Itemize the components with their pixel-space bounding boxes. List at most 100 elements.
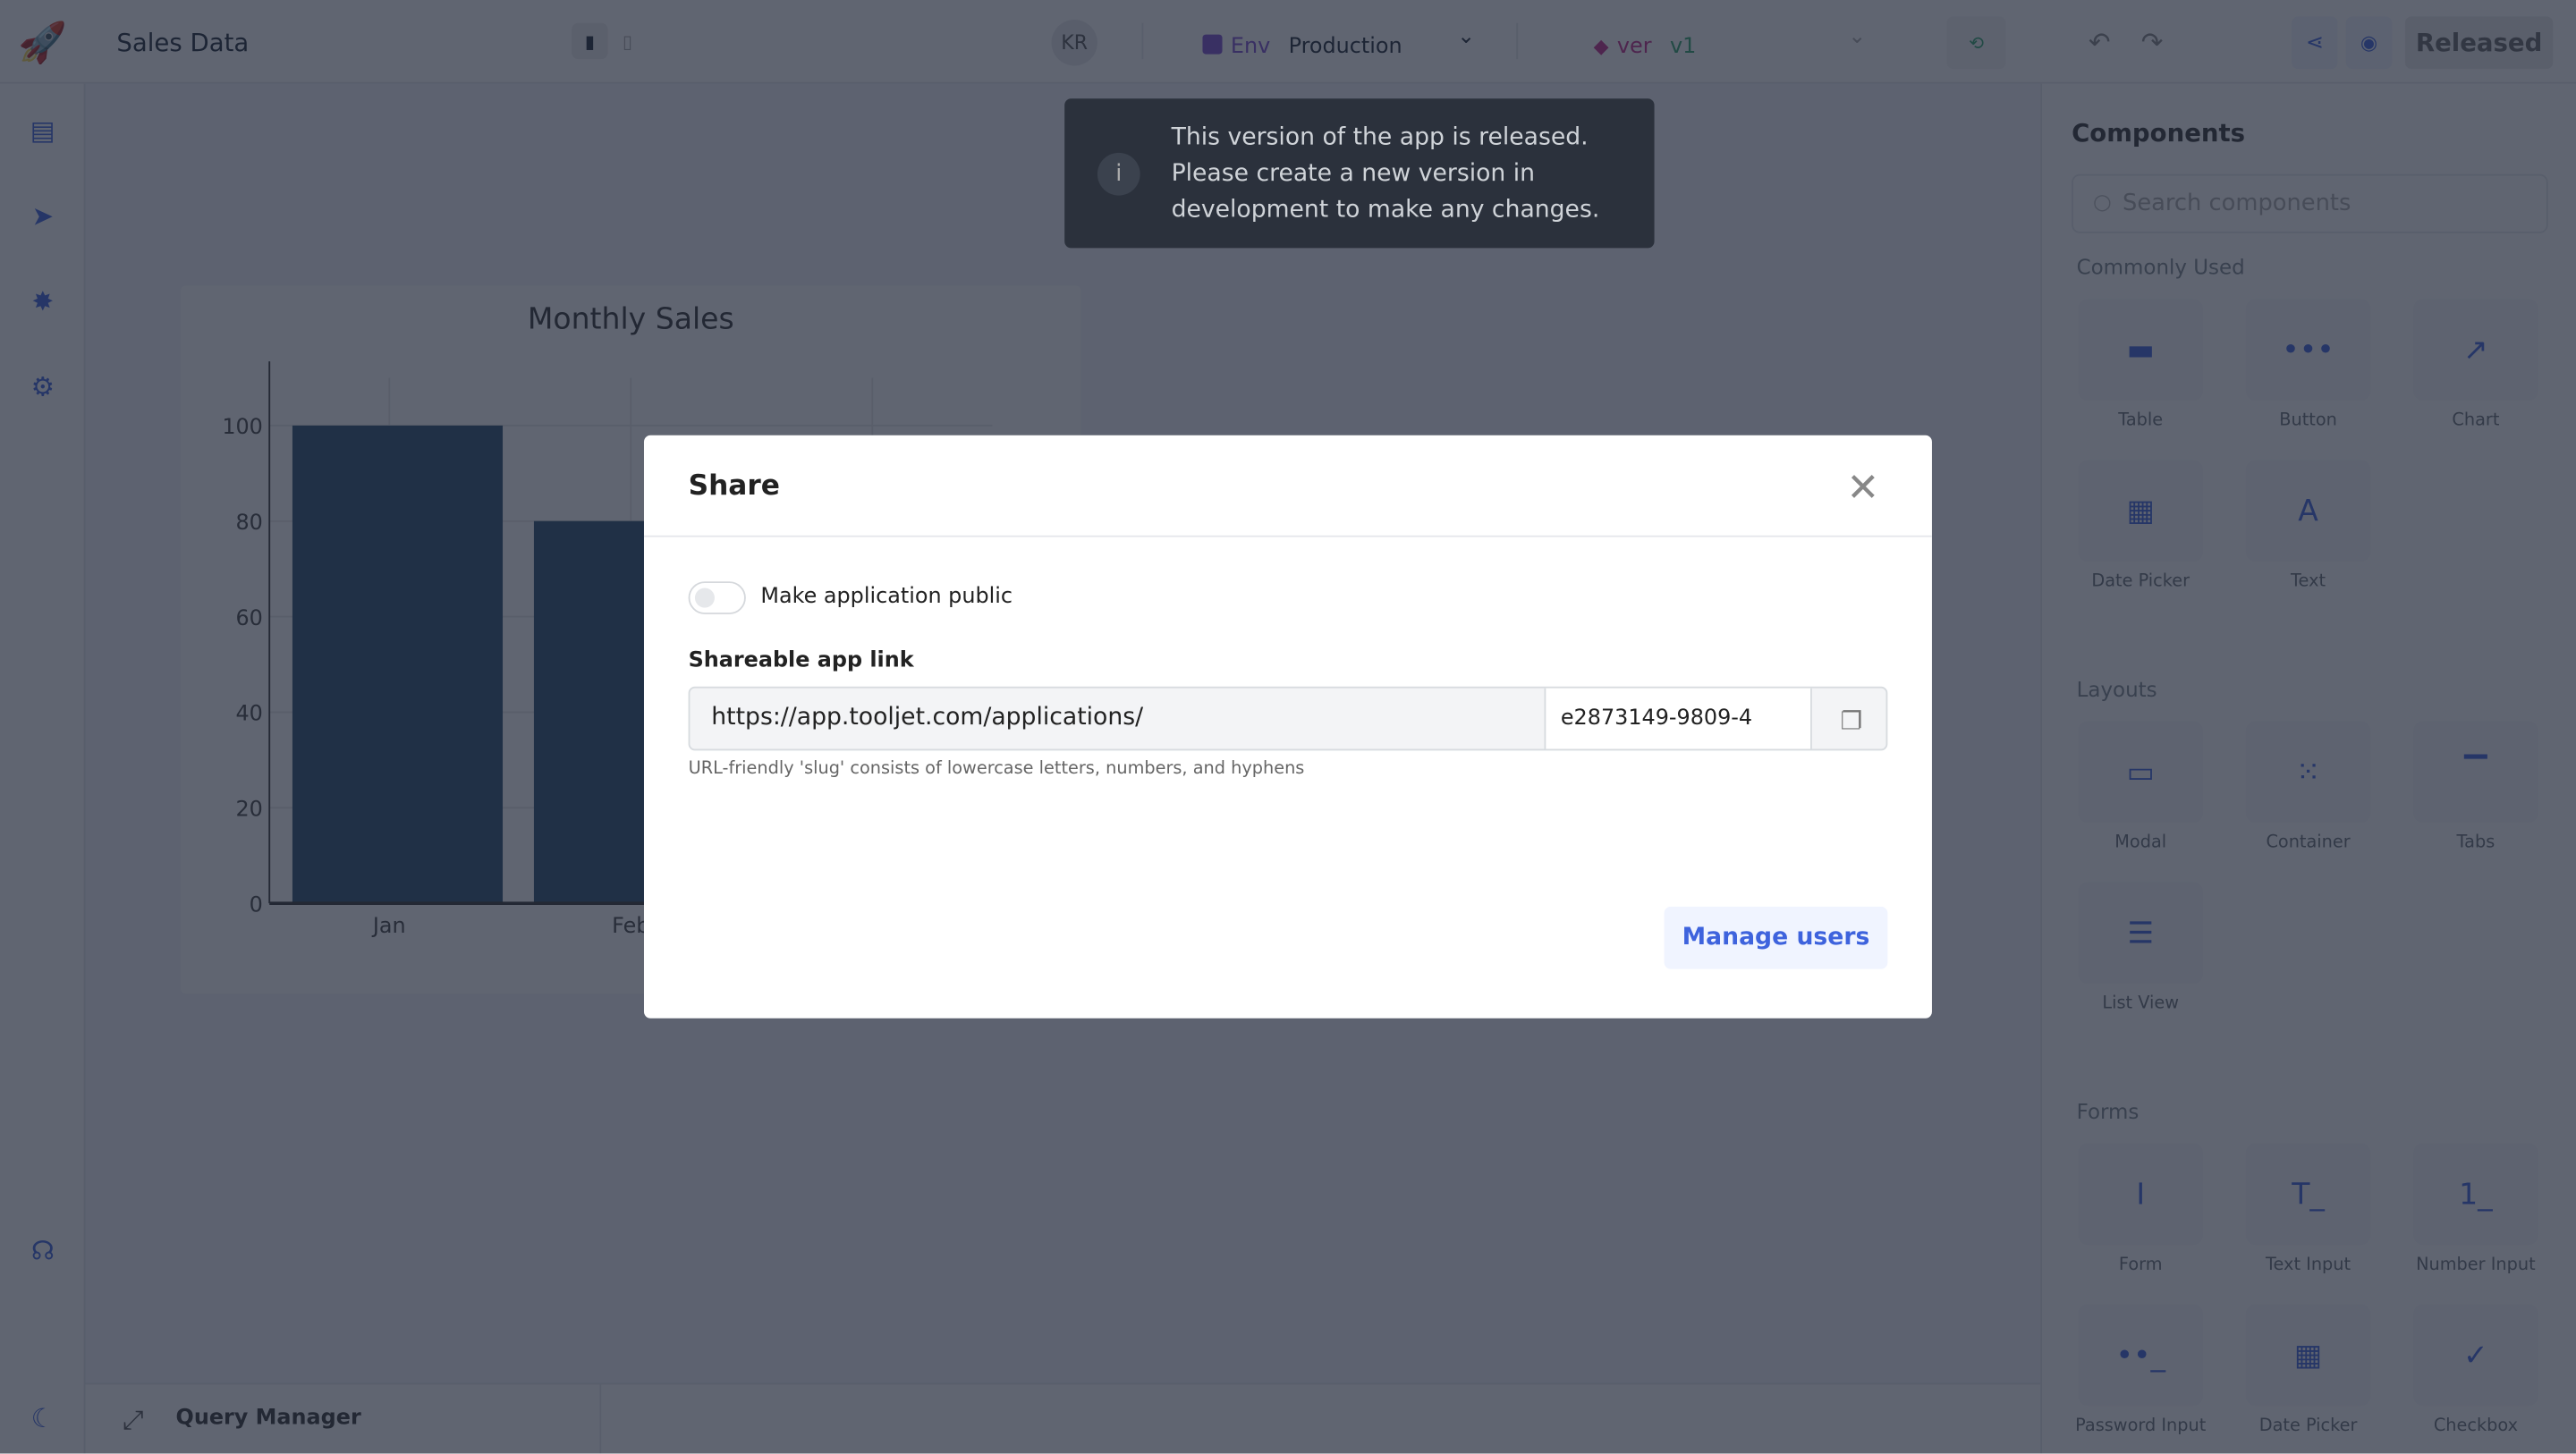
share-icon[interactable]: ⋖: [2292, 16, 2338, 70]
component-text[interactable]: A Text: [2242, 460, 2374, 591]
component-date-picker[interactable]: ▦ Date Picker: [2075, 460, 2207, 591]
settings-icon[interactable]: ⚙: [23, 367, 63, 406]
component-label: Text: [2291, 571, 2326, 592]
component-label: Table: [2118, 410, 2164, 431]
search-components-input[interactable]: ○ Search components: [2072, 173, 2548, 233]
y-tick-label: 80: [235, 510, 262, 535]
component-button[interactable]: ••• Button: [2242, 299, 2374, 430]
component-label: Tabs: [2456, 833, 2496, 853]
version-dropdown[interactable]: ◆ ver v1 ⌄: [1593, 24, 1873, 61]
support-icon[interactable]: ☊: [23, 1230, 63, 1270]
preview-icon[interactable]: ◉: [2345, 16, 2393, 70]
component-label: Date Picker: [2091, 571, 2190, 592]
slug-value: e2873149-9809-4: [1560, 706, 1753, 731]
divider: [1516, 22, 1519, 60]
slug-input[interactable]: e2873149-9809-4: [1544, 688, 1812, 749]
button-icon: •••: [2245, 299, 2371, 402]
component-number-input[interactable]: 1_ Number Input: [2410, 1143, 2541, 1274]
query-manager-label[interactable]: Query Manager: [176, 1406, 361, 1431]
chevron-down-icon: ⌄: [1848, 24, 1867, 50]
link-prefix: https://app.tooljet.com/applications/: [711, 704, 1144, 731]
bar[interactable]: [292, 425, 504, 904]
date-picker-icon: ▦: [2245, 1304, 2371, 1407]
link-label: Shareable app link: [688, 648, 914, 674]
y-tick-label: 40: [235, 701, 262, 726]
redo-icon[interactable]: ↷: [2136, 25, 2169, 58]
y-tick-label: 100: [222, 414, 263, 439]
x-tick-label: Jan: [371, 913, 406, 938]
y-tick-label: 20: [235, 797, 262, 822]
close-icon[interactable]: ✕: [1840, 465, 1885, 511]
component-label: Number Input: [2416, 1255, 2536, 1275]
component-form[interactable]: I Form: [2075, 1143, 2207, 1274]
search-placeholder: Search components: [2123, 190, 2351, 217]
refresh-icon[interactable]: ⟲: [1946, 16, 2006, 70]
component-date-picker[interactable]: ▦ Date Picker: [2242, 1304, 2374, 1435]
share-modal: Share ✕ Make application public Shareabl…: [643, 435, 1932, 1019]
section-title: Layouts: [2076, 676, 2157, 702]
avatar: KR: [1051, 20, 1097, 66]
component-label: List View: [2102, 993, 2180, 1014]
release-info-toast: i This version of the app is released. P…: [1064, 98, 1655, 249]
section-title: Commonly Used: [2076, 254, 2245, 280]
component-label: Text Input: [2266, 1255, 2351, 1275]
version-value: v1: [1669, 34, 1697, 60]
released-button[interactable]: Released: [2404, 16, 2554, 70]
tooljet-logo-icon[interactable]: 🚀: [16, 16, 69, 69]
debugger-icon[interactable]: ✸: [23, 281, 63, 320]
list-view-icon: ☰: [2078, 882, 2204, 985]
component-chart[interactable]: ↗ Chart: [2410, 299, 2541, 430]
top-bar: 🚀 Sales Data ▮ ▯ KR Env Production ⌄ ◆ v…: [0, 0, 2576, 84]
component-container[interactable]: ⁙ Container: [2242, 721, 2374, 852]
table-icon: ▬: [2078, 299, 2204, 402]
environment-dropdown[interactable]: Env Production ⌄: [1202, 24, 1481, 61]
mobile-view-icon[interactable]: ▯: [611, 23, 644, 59]
component-label: Checkbox: [2433, 1416, 2519, 1436]
toast-message: This version of the app is released. Ple…: [1171, 124, 1600, 224]
component-label: Chart: [2452, 410, 2500, 431]
checkbox-icon: ✓: [2413, 1304, 2538, 1407]
pages-icon[interactable]: ▤: [23, 110, 63, 149]
component-tabs[interactable]: ▔ Tabs: [2410, 721, 2541, 852]
chart-icon: ↗: [2413, 299, 2538, 402]
link-input-group: https://app.tooljet.com/applications/ e2…: [688, 686, 1888, 751]
expand-icon[interactable]: ⤢: [115, 1403, 151, 1439]
version-icon: ◆: [1593, 34, 1609, 58]
component-modal[interactable]: ▭ Modal: [2075, 721, 2207, 852]
text-icon: A: [2245, 460, 2371, 562]
copy-icon[interactable]: ❐: [1814, 689, 1886, 749]
component-list-view[interactable]: ☰ List View: [2075, 882, 2207, 1013]
desktop-view-icon[interactable]: ▮: [572, 22, 608, 60]
section-title: Forms: [2076, 1098, 2140, 1124]
search-icon: ○: [2092, 190, 2112, 216]
slug-hint: URL-friendly 'slug' consists of lowercas…: [688, 758, 1305, 779]
undo-icon[interactable]: ↶: [2083, 25, 2116, 58]
app-name[interactable]: Sales Data: [116, 28, 249, 57]
date-picker-icon: ▦: [2078, 460, 2204, 562]
y-tick-label: 0: [250, 892, 263, 917]
component-label: Form: [2118, 1255, 2163, 1275]
inspector-icon[interactable]: ➤: [23, 196, 63, 235]
tabs-icon: ▔: [2413, 721, 2538, 824]
divider: [1141, 22, 1144, 60]
component-label: Modal: [2114, 833, 2167, 853]
theme-toggle-icon[interactable]: ☾: [23, 1398, 63, 1437]
chevron-down-icon: ⌄: [1457, 24, 1476, 50]
panel-title: Components: [2072, 118, 2246, 148]
component-checkbox[interactable]: ✓ Checkbox: [2410, 1304, 2541, 1435]
component-label: Date Picker: [2258, 1416, 2358, 1436]
component-table[interactable]: ▬ Table: [2075, 299, 2207, 430]
container-icon: ⁙: [2245, 721, 2371, 824]
query-manager-bar: ⤢ Query Manager: [85, 1382, 2041, 1454]
modal-icon: ▭: [2078, 721, 2204, 824]
make-public-toggle[interactable]: [688, 581, 746, 614]
divider: [599, 1384, 602, 1454]
component-text-input[interactable]: T_ Text Input: [2242, 1143, 2374, 1274]
divider: [643, 535, 1932, 537]
component-label: Button: [2279, 410, 2337, 431]
component-password-input[interactable]: ••_ Password Input: [2075, 1304, 2207, 1435]
modal-title: Share: [688, 469, 780, 503]
env-icon: [1202, 34, 1223, 55]
y-tick-label: 60: [235, 605, 262, 630]
manage-users-button[interactable]: Manage users: [1664, 906, 1888, 969]
